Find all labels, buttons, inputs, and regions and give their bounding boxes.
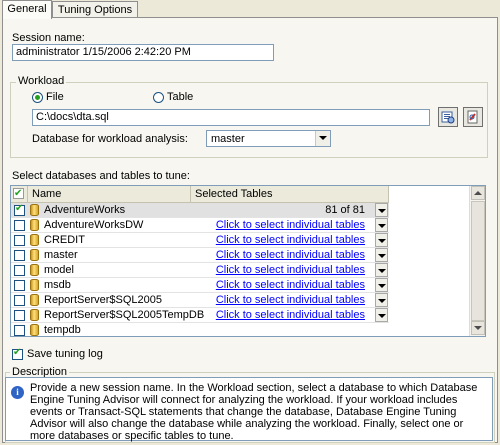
database-name: master [44,249,78,261]
select-tables-link[interactable]: Click to select individual tables [191,218,371,233]
preview-workload-button[interactable] [463,107,483,127]
chevron-down-icon[interactable] [375,278,388,292]
tab-strip: General Tuning Options [0,0,500,19]
select-tables-link[interactable]: Click to select individual tables [191,293,371,308]
database-name: model [44,264,74,276]
database-checkbox[interactable] [14,220,25,231]
column-header-selected-tables[interactable]: Selected Tables [191,186,389,202]
database-icon [30,219,39,231]
select-tables-link[interactable]: Click to select individual tables [191,263,371,278]
grid-header: Name Selected Tables [11,186,389,203]
select-all-header[interactable] [11,186,28,202]
session-name-input[interactable]: administrator 1/15/2006 2:42:20 PM [12,44,274,61]
selected-tables-value: 81 of 81 [325,204,365,216]
save-tuning-log-label: Save tuning log [27,348,103,360]
workload-legend: Workload [16,75,67,87]
browse-file-icon [441,111,455,124]
select-tables-link[interactable]: Click to select individual tables [191,308,371,323]
table-row[interactable]: master Click to select individual tables [11,248,389,263]
save-tuning-log-checkbox[interactable] [12,347,23,360]
database-name: msdb [44,279,71,291]
table-row[interactable]: AdventureWorksDW Click to select individu… [11,218,389,233]
tab-tuning-options-label: Tuning Options [57,4,133,16]
table-radio[interactable] [153,92,164,103]
databases-grid: Name Selected Tables AdventureWorks 81 of… [10,185,486,337]
workload-database-select[interactable]: master [206,130,331,147]
database-name: ReportServer$SQL2005 [44,294,163,306]
table-row[interactable]: ReportServer$SQL2005TempDB Click to selec… [11,308,389,323]
database-icon [30,249,39,261]
select-tables-link[interactable]: Click to select individual tables [191,248,371,263]
select-databases-label: Select databases and tables to tune: [12,170,190,182]
database-name: AdventureWorks [44,204,126,216]
workload-database-value: master [211,133,245,145]
chevron-down-icon[interactable] [375,248,388,262]
database-checkbox[interactable] [14,265,25,276]
database-name: ReportServer$SQL2005TempDB [44,309,205,321]
table-row[interactable]: tempdb [11,323,389,336]
database-checkbox[interactable] [14,203,25,216]
workload-database-label: Database for workload analysis: [32,133,188,145]
database-icon [30,264,39,276]
workload-file-path-input[interactable]: C:\docs\dta.sql [32,109,430,126]
database-icon [30,294,39,306]
select-all-checkbox[interactable] [13,186,24,202]
scroll-thumb[interactable] [471,201,485,321]
description-box: i Provide a new session name. In the Wor… [5,377,493,442]
tab-tuning-options[interactable]: Tuning Options [52,1,138,17]
chevron-down-icon[interactable] [375,218,388,232]
database-name: CREDIT [44,234,85,246]
database-checkbox[interactable] [14,310,25,321]
database-checkbox[interactable] [14,235,25,246]
tab-general-label: General [7,3,47,15]
table-row[interactable]: CREDIT Click to select individual tables [11,233,389,248]
chevron-down-icon[interactable] [375,203,388,217]
scroll-up-icon[interactable] [471,186,485,200]
database-name: tempdb [44,324,81,336]
chevron-down-icon[interactable] [375,263,388,277]
info-icon: i [11,386,24,399]
database-icon [30,279,39,291]
database-checkbox[interactable] [14,295,25,306]
chevron-down-icon[interactable] [315,131,330,146]
tab-general[interactable]: General [2,0,52,19]
database-checkbox[interactable] [14,325,25,336]
database-icon [30,234,39,246]
chevron-down-icon[interactable] [375,293,388,307]
scroll-down-icon[interactable] [471,321,485,335]
select-tables-link[interactable]: Click to select individual tables [191,233,371,248]
description-text: Provide a new session name. In the Workl… [30,382,478,442]
column-header-name[interactable]: Name [28,186,191,202]
database-name: AdventureWorksDW [44,219,144,231]
file-radio[interactable] [32,92,43,103]
database-icon [30,309,39,321]
table-row[interactable]: msdb Click to select individual tables [11,278,389,293]
file-radio-label: File [46,91,64,103]
grid-vertical-scrollbar[interactable] [469,186,485,336]
table-row[interactable]: ReportServer$SQL2005 Click to select indi… [11,293,389,308]
table-radio-label: Table [167,91,194,103]
database-checkbox[interactable] [14,280,25,291]
database-icon [30,324,39,336]
table-row[interactable]: model Click to select individual tables [11,263,389,278]
table-row[interactable]: AdventureWorks 81 of 81 [11,203,389,218]
preview-xml-icon [467,110,478,124]
session-name-label: Session name: [12,32,85,44]
chevron-down-icon[interactable] [375,308,388,322]
select-tables-link[interactable]: Click to select individual tables [191,278,371,293]
database-checkbox[interactable] [14,250,25,261]
browse-file-button[interactable] [438,107,458,127]
chevron-down-icon[interactable] [375,233,388,247]
database-icon [30,204,39,216]
